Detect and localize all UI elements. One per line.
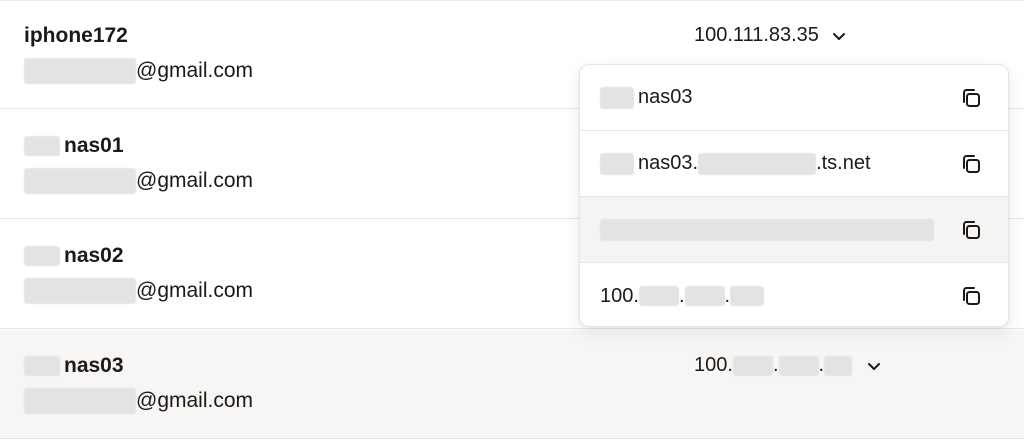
device-name-text: iphone172 <box>24 24 128 47</box>
device-name-text: nas03 <box>64 354 124 377</box>
device-name-text: nas02 <box>64 244 124 267</box>
copy-icon[interactable] <box>960 153 982 175</box>
address-text: 100.111.83.35 <box>694 24 819 46</box>
redacted-ipv6 <box>600 218 934 241</box>
redacted-email-user <box>24 278 136 304</box>
redacted-prefix <box>24 136 60 156</box>
redacted-octet <box>638 286 679 306</box>
menu-item-fqdn[interactable]: nas03. .ts.net <box>580 131 1008 197</box>
redacted-octet <box>824 355 853 376</box>
menu-item-hostname[interactable]: nas03 <box>580 65 1008 131</box>
copy-icon[interactable] <box>960 285 982 307</box>
redacted-email-user <box>24 58 136 84</box>
device-row-nas03[interactable]: nas03 @gmail.com 100. . . <box>0 330 1024 439</box>
address-separator: . <box>678 284 685 307</box>
redacted-prefix <box>600 86 634 109</box>
copy-icon[interactable] <box>960 219 982 241</box>
device-name: nas03 <box>24 354 124 378</box>
menu-item-text: nas03 <box>638 86 693 108</box>
menu-item-text-suffix: .ts.net <box>816 152 871 174</box>
redacted-octet <box>778 355 819 376</box>
redacted-tailnet <box>698 152 817 175</box>
menu-item-text: 100. <box>600 284 639 307</box>
redacted-prefix <box>24 246 60 266</box>
address-dropdown[interactable]: 100. . . <box>694 354 882 377</box>
email-domain: @gmail.com <box>136 169 254 192</box>
address-text: 100. <box>694 354 733 376</box>
device-name: iphone172 <box>24 24 128 48</box>
address-separator: . <box>772 354 779 376</box>
device-owner-email: @gmail.com <box>24 278 253 304</box>
redacted-prefix <box>600 152 634 175</box>
address-dropdown-menu: nas03 nas03. .ts.net 100. . . <box>579 64 1009 327</box>
chevron-down-icon <box>868 362 881 370</box>
menu-item-text: nas03. <box>638 152 699 174</box>
email-domain: @gmail.com <box>136 279 254 302</box>
email-domain: @gmail.com <box>136 59 254 82</box>
device-name: nas02 <box>24 244 124 268</box>
redacted-email-user <box>24 388 136 414</box>
email-domain: @gmail.com <box>136 389 254 412</box>
device-owner-email: @gmail.com <box>24 58 253 84</box>
copy-icon[interactable] <box>960 87 982 109</box>
redacted-prefix <box>24 356 60 376</box>
device-name: nas01 <box>24 134 124 158</box>
redacted-octet <box>730 286 765 306</box>
chevron-down-icon <box>832 32 845 40</box>
redacted-octet <box>732 355 773 376</box>
menu-item-ipv4[interactable]: 100. . . <box>580 263 1008 326</box>
address-dropdown[interactable]: 100.111.83.35 <box>694 24 847 47</box>
redacted-email-user <box>24 168 136 194</box>
device-name-text: nas01 <box>64 134 124 157</box>
devices-page: iphone172 @gmail.com 100.111.83.35 nas01… <box>0 0 1024 446</box>
redacted-octet <box>684 286 725 306</box>
device-owner-email: @gmail.com <box>24 168 253 194</box>
menu-item-ipv6[interactable] <box>580 197 1008 263</box>
device-owner-email: @gmail.com <box>24 388 253 414</box>
